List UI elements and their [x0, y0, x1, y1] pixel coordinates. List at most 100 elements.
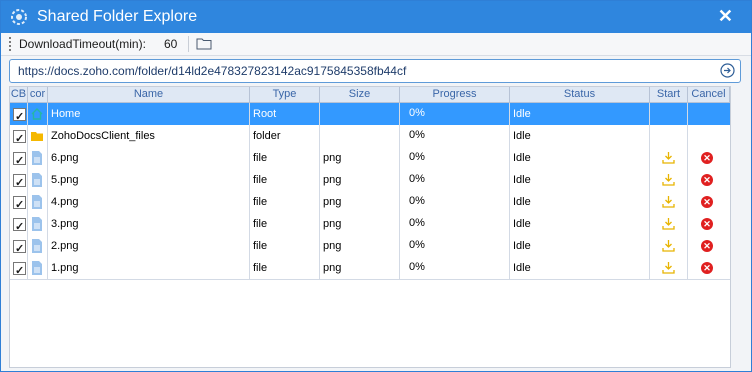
download-icon[interactable]: [662, 261, 675, 274]
column-header-status[interactable]: Status: [510, 87, 650, 102]
checkbox-cell[interactable]: ✓: [10, 169, 28, 191]
download-icon[interactable]: [662, 173, 675, 186]
cancel-cell[interactable]: ✕: [688, 257, 730, 279]
checkbox-cell[interactable]: ✓: [10, 213, 28, 235]
row-checkbox[interactable]: ✓: [13, 262, 26, 277]
cancel-x-icon[interactable]: ✕: [701, 262, 713, 274]
start-cell[interactable]: [650, 147, 688, 169]
progress-cell: 0%: [400, 147, 510, 169]
cancel-cell[interactable]: ✕: [688, 147, 730, 169]
row-checkbox[interactable]: ✓: [13, 108, 26, 123]
type-icon-cell: [28, 125, 48, 147]
start-cell[interactable]: [650, 213, 688, 235]
check-mark-icon: ✓: [15, 243, 25, 255]
checkbox-cell[interactable]: ✓: [10, 235, 28, 257]
table-row[interactable]: ✓ 5.png file png 0% Idle ✕: [10, 169, 730, 192]
row-checkbox[interactable]: ✓: [13, 218, 26, 233]
cancel-x-icon[interactable]: ✕: [701, 152, 713, 164]
column-header-cor[interactable]: cor: [28, 87, 48, 102]
check-mark-icon: ✓: [15, 155, 25, 167]
name-cell[interactable]: ZohoDocsClient_files: [48, 125, 250, 147]
cancel-x-icon[interactable]: ✕: [701, 174, 713, 186]
home-icon: [31, 108, 43, 120]
cancel-cell[interactable]: ✕: [688, 213, 730, 235]
start-cell[interactable]: [650, 235, 688, 257]
progress-cell: 0%: [400, 103, 510, 125]
column-header-size[interactable]: Size: [320, 87, 400, 102]
file-grid: CB cor Name Type Size Progress Status St…: [9, 86, 731, 368]
type-icon-cell: [28, 169, 48, 191]
name-cell[interactable]: 6.png: [48, 147, 250, 169]
download-icon[interactable]: [662, 239, 675, 252]
name-cell[interactable]: 5.png: [48, 169, 250, 191]
column-header-cb[interactable]: CB: [10, 87, 28, 102]
progress-cell: 0%: [400, 257, 510, 279]
checkbox-cell[interactable]: ✓: [10, 103, 28, 125]
download-icon[interactable]: [662, 195, 675, 208]
checkbox-cell[interactable]: ✓: [10, 125, 28, 147]
table-row[interactable]: ✓ 2.png file png 0% Idle ✕: [10, 235, 730, 258]
start-cell[interactable]: [650, 169, 688, 191]
cancel-x-icon[interactable]: ✕: [701, 240, 713, 252]
file-icon: [32, 239, 42, 253]
status-cell: Idle: [510, 235, 650, 257]
start-cell[interactable]: [650, 257, 688, 279]
name-cell[interactable]: 2.png: [48, 235, 250, 257]
title-bar[interactable]: Shared Folder Explore ✕: [1, 1, 751, 33]
progress-value: 0%: [409, 129, 425, 141]
check-mark-icon: ✓: [15, 265, 25, 277]
cancel-cell[interactable]: ✕: [688, 191, 730, 213]
row-checkbox[interactable]: ✓: [13, 130, 26, 145]
toolbar-separator: [188, 36, 189, 52]
table-row[interactable]: ✓ Home Root 0% Idle: [10, 103, 730, 126]
go-arrow-icon[interactable]: [720, 63, 735, 78]
download-icon[interactable]: [662, 151, 675, 164]
url-bar[interactable]: https://docs.zoho.com/folder/d14ld2e4783…: [9, 59, 741, 83]
progress-value: 0%: [409, 261, 425, 273]
start-cell: [650, 103, 688, 125]
name-cell[interactable]: 4.png: [48, 191, 250, 213]
url-input[interactable]: https://docs.zoho.com/folder/d14ld2e4783…: [18, 64, 406, 78]
type-icon-cell: [28, 147, 48, 169]
close-button[interactable]: ✕: [718, 6, 733, 26]
cancel-cell[interactable]: ✕: [688, 169, 730, 191]
toolbar-grip[interactable]: [9, 37, 13, 51]
window-title: Shared Folder Explore: [37, 8, 198, 25]
checkbox-cell[interactable]: ✓: [10, 257, 28, 279]
column-header-cancel[interactable]: Cancel: [688, 87, 730, 102]
column-header-progress[interactable]: Progress: [400, 87, 510, 102]
size-cell: [320, 103, 400, 125]
row-checkbox[interactable]: ✓: [13, 152, 26, 167]
name-cell[interactable]: Home: [48, 103, 250, 125]
checkbox-cell[interactable]: ✓: [10, 147, 28, 169]
name-cell[interactable]: 3.png: [48, 213, 250, 235]
progress-cell: 0%: [400, 125, 510, 147]
progress-cell: 0%: [400, 235, 510, 257]
cancel-x-icon[interactable]: ✕: [701, 196, 713, 208]
checkbox-cell[interactable]: ✓: [10, 191, 28, 213]
progress-value: 0%: [409, 151, 425, 163]
check-mark-icon: ✓: [15, 111, 25, 123]
column-header-type[interactable]: Type: [250, 87, 320, 102]
table-row[interactable]: ✓ 3.png file png 0% Idle ✕: [10, 213, 730, 236]
table-row[interactable]: ✓ ZohoDocsClient_files folder 0% Idle: [10, 125, 730, 148]
download-icon[interactable]: [662, 217, 675, 230]
progress-value: 0%: [409, 217, 425, 229]
row-checkbox[interactable]: ✓: [13, 174, 26, 189]
table-row[interactable]: ✓ 1.png file png 0% Idle ✕: [10, 257, 730, 280]
folder-open-icon[interactable]: [196, 37, 212, 50]
table-row[interactable]: ✓ 6.png file png 0% Idle ✕: [10, 147, 730, 170]
table-row[interactable]: ✓ 4.png file png 0% Idle ✕: [10, 191, 730, 214]
row-checkbox[interactable]: ✓: [13, 240, 26, 255]
row-checkbox[interactable]: ✓: [13, 196, 26, 211]
column-header-name[interactable]: Name: [48, 87, 250, 102]
name-cell[interactable]: 1.png: [48, 257, 250, 279]
cancel-cell[interactable]: ✕: [688, 235, 730, 257]
start-cell[interactable]: [650, 191, 688, 213]
size-cell: png: [320, 257, 400, 279]
type-icon-cell: [28, 235, 48, 257]
cancel-x-icon[interactable]: ✕: [701, 218, 713, 230]
column-header-start[interactable]: Start: [650, 87, 688, 102]
type-cell: file: [250, 235, 320, 257]
timeout-value[interactable]: 60: [164, 37, 177, 51]
